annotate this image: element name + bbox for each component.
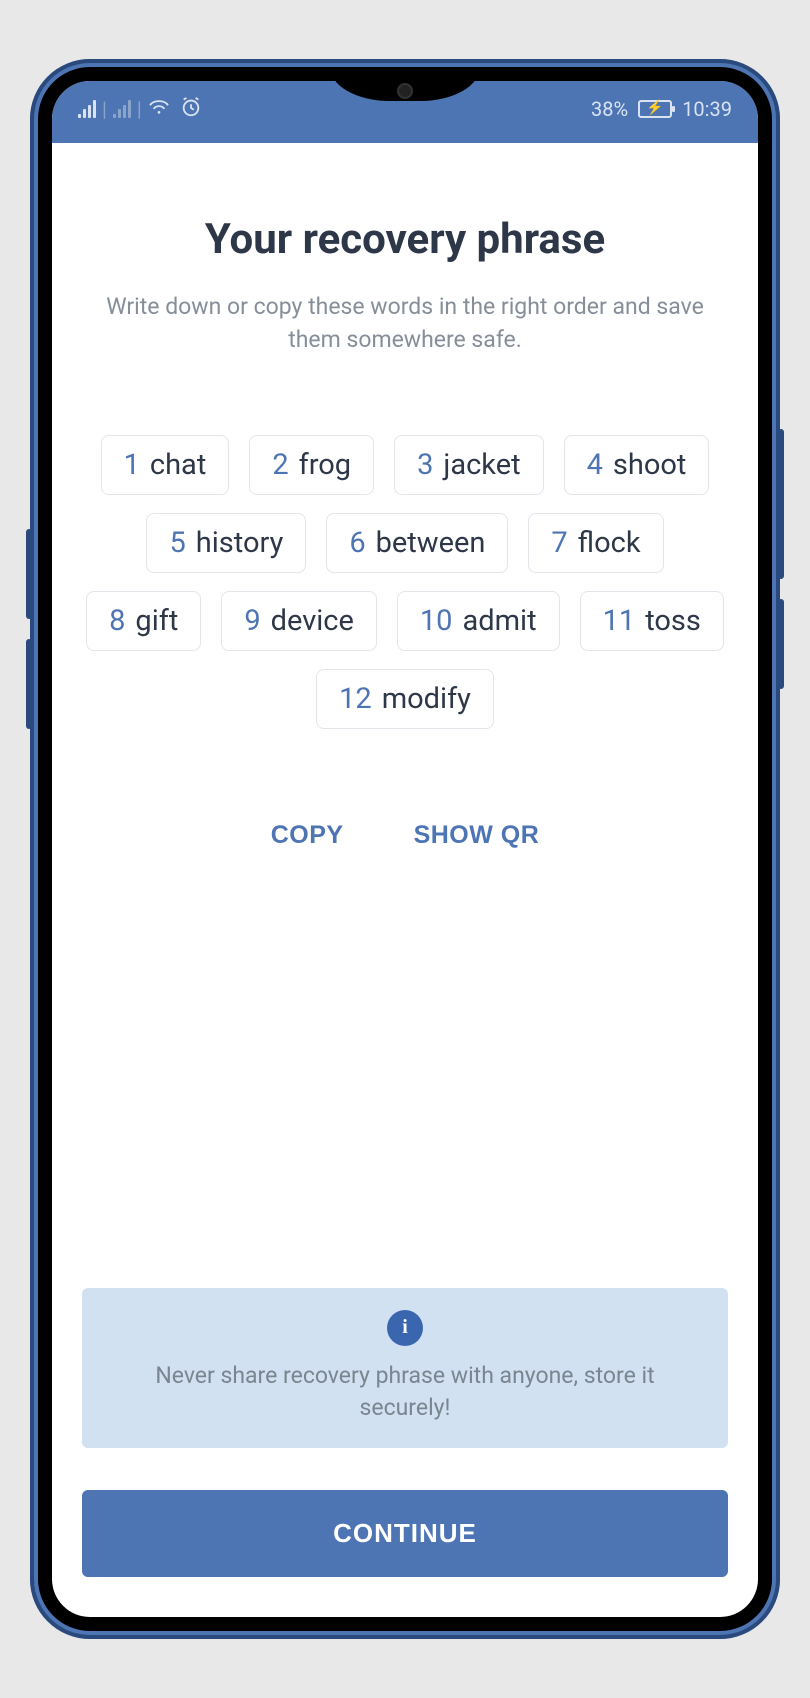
word-chip: 5 history	[146, 513, 306, 573]
word-text: flock	[578, 526, 641, 560]
word-text: frog	[299, 448, 351, 482]
phone-frame: | | 38% ⚡ 10:39 Your r	[30, 59, 780, 1639]
word-text: admit	[462, 604, 536, 638]
recovery-words-grid: 1 chat 2 frog 3 jacket 4 shoot 5 history 6 bet…	[82, 435, 728, 729]
word-index: 9	[244, 604, 260, 638]
show-qr-button[interactable]: SHOW QR	[414, 821, 540, 850]
word-index: 3	[417, 448, 433, 482]
signal-icon	[78, 100, 96, 118]
info-icon: i	[387, 1310, 423, 1346]
word-chip: 1 chat	[101, 435, 230, 495]
volume-down-button[interactable]	[26, 639, 32, 729]
word-index: 5	[169, 526, 185, 560]
volume-up-button[interactable]	[26, 529, 32, 619]
word-index: 4	[587, 448, 603, 482]
page-title: Your recovery phrase	[82, 215, 728, 264]
word-index: 10	[420, 604, 453, 638]
word-text: jacket	[443, 448, 520, 482]
word-text: history	[196, 526, 284, 560]
word-chip: 6 between	[326, 513, 508, 573]
word-chip: 12 modify	[316, 669, 494, 729]
word-index: 11	[603, 604, 636, 638]
info-box: i Never share recovery phrase with anyon…	[82, 1288, 728, 1448]
continue-button[interactable]: CONTINUE	[82, 1490, 728, 1577]
word-text: gift	[135, 604, 178, 638]
word-chip: 7 flock	[528, 513, 663, 573]
battery-icon: ⚡	[638, 100, 672, 118]
copy-button[interactable]: COPY	[271, 821, 344, 850]
wifi-icon	[148, 97, 170, 121]
word-index: 12	[339, 682, 372, 716]
spacer	[82, 850, 728, 1288]
word-index: 6	[349, 526, 365, 560]
word-chip: 11 toss	[580, 591, 724, 651]
word-text: shoot	[613, 448, 687, 482]
battery-percent: 38%	[591, 97, 628, 121]
screen: | | 38% ⚡ 10:39 Your r	[52, 81, 758, 1617]
word-text: between	[376, 526, 486, 560]
word-index: 8	[109, 604, 125, 638]
word-index: 1	[124, 448, 140, 482]
word-text: device	[271, 604, 354, 638]
word-index: 7	[551, 526, 567, 560]
status-left: | |	[78, 96, 202, 123]
actions-row: COPY SHOW QR	[82, 821, 728, 850]
signal-icon-secondary	[113, 100, 131, 118]
divider: |	[102, 97, 107, 121]
word-chip: 2 frog	[249, 435, 374, 495]
status-right: 38% ⚡ 10:39	[591, 97, 732, 121]
phone-bezel: | | 38% ⚡ 10:39 Your r	[38, 67, 772, 1631]
word-text: chat	[150, 448, 206, 482]
word-chip: 4 shoot	[564, 435, 710, 495]
word-chip: 10 admit	[397, 591, 560, 651]
clock: 10:39	[682, 97, 732, 121]
alarm-icon	[180, 96, 202, 123]
word-index: 2	[272, 448, 288, 482]
content: Your recovery phrase Write down or copy …	[52, 143, 758, 1617]
word-chip: 8 gift	[86, 591, 201, 651]
power-button[interactable]	[778, 429, 784, 579]
page-subtitle: Write down or copy these words in the ri…	[82, 290, 728, 357]
word-text: modify	[382, 682, 471, 716]
word-text: toss	[645, 604, 701, 638]
info-text: Never share recovery phrase with anyone,…	[112, 1360, 698, 1424]
word-chip: 9 device	[221, 591, 377, 651]
word-chip: 3 jacket	[394, 435, 544, 495]
divider: |	[137, 97, 142, 121]
side-key[interactable]	[778, 599, 784, 689]
